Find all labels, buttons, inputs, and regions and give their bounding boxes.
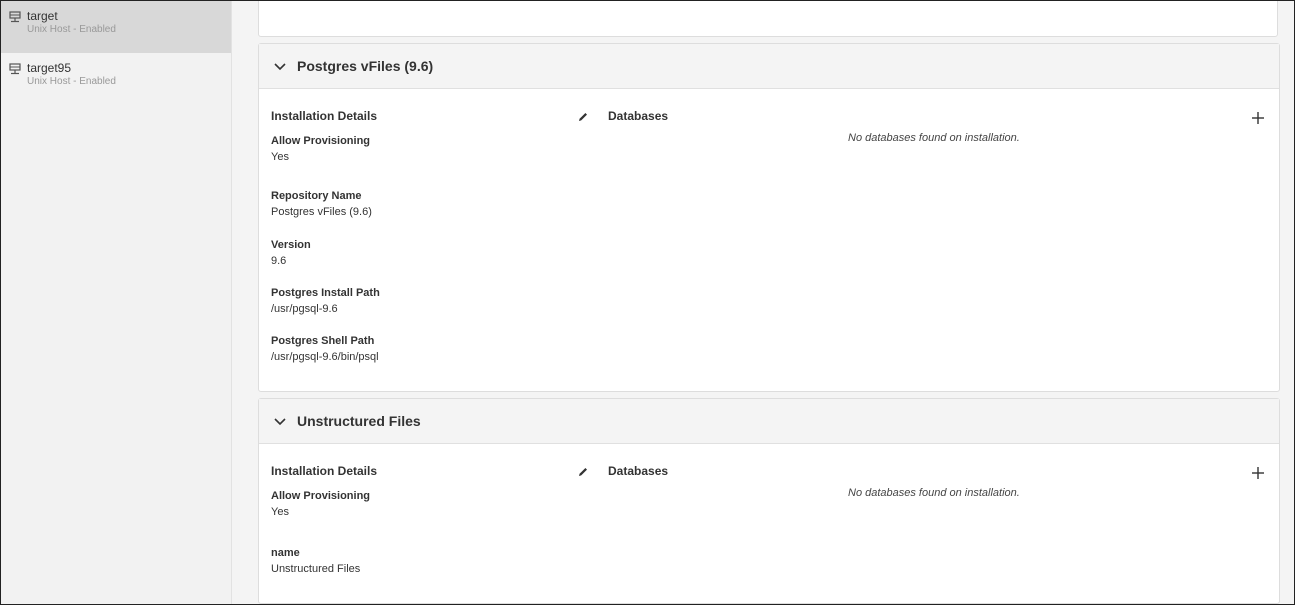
field-version: Version 9.6: [271, 238, 311, 268]
panel-header[interactable]: Unstructured Files: [259, 399, 1279, 444]
sidebar-item-target[interactable]: target Unix Host - Enabled: [1, 1, 231, 53]
field-label: Version: [271, 239, 311, 251]
field-label: Allow Provisioning: [271, 490, 371, 502]
databases-title: Databases: [608, 109, 669, 123]
sidebar: target Unix Host - Enabled target95 Unix…: [1, 1, 232, 604]
plus-icon[interactable]: [1251, 466, 1265, 480]
field-value: 9.6: [271, 255, 287, 267]
no-databases-message: No databases found on installation.: [848, 487, 1020, 499]
app-window: target Unix Host - Enabled target95 Unix…: [0, 0, 1295, 605]
host-icon: [9, 63, 21, 75]
pencil-icon[interactable]: [577, 111, 589, 123]
field-label: Postgres Shell Path: [271, 335, 375, 347]
main-content: Postgres vFiles (9.6) Installation Detai…: [232, 1, 1294, 604]
field-postgres-shell-path: Postgres Shell Path /usr/pgsql-9.6/bin/p…: [271, 334, 379, 364]
pencil-icon[interactable]: [577, 466, 589, 478]
host-name: target95: [27, 61, 72, 75]
installation-panel-unstructured: Unstructured Files Installation Details …: [258, 398, 1280, 604]
field-label: Repository Name: [271, 190, 362, 202]
field-allow-provisioning: Allow Provisioning Yes: [271, 489, 370, 519]
panel-title: Postgres vFiles (9.6): [297, 58, 434, 74]
field-postgres-install-path: Postgres Install Path /usr/pgsql-9.6: [271, 286, 380, 316]
field-label: Postgres Install Path: [271, 287, 380, 299]
sidebar-item-target95[interactable]: target95 Unix Host - Enabled: [1, 53, 231, 105]
field-value: /usr/pgsql-9.6: [271, 303, 338, 315]
host-status: Unix Host - Enabled: [27, 76, 116, 87]
field-value: Postgres vFiles (9.6): [271, 206, 372, 218]
chevron-down-icon[interactable]: [273, 59, 287, 73]
chevron-down-icon[interactable]: [273, 414, 287, 428]
host-status: Unix Host - Enabled: [27, 24, 116, 35]
panel-title: Unstructured Files: [297, 413, 421, 429]
field-label: Allow Provisioning: [271, 135, 371, 147]
plus-icon[interactable]: [1251, 111, 1265, 125]
host-icon: [9, 11, 21, 23]
installation-panel-postgres: Postgres vFiles (9.6) Installation Detai…: [258, 43, 1280, 392]
field-value: Yes: [271, 506, 289, 518]
field-value: /usr/pgsql-9.6/bin/psql: [271, 351, 379, 363]
host-name: target: [27, 9, 58, 23]
field-value: Yes: [271, 151, 289, 163]
field-allow-provisioning: Allow Provisioning Yes: [271, 134, 370, 164]
previous-panel-bottom: [258, 1, 1278, 37]
field-repository-name: Repository Name Postgres vFiles (9.6): [271, 189, 372, 219]
panel-header[interactable]: Postgres vFiles (9.6): [259, 44, 1279, 89]
installation-details-title: Installation Details: [271, 464, 378, 478]
no-databases-message: No databases found on installation.: [848, 132, 1020, 144]
field-name: name Unstructured Files: [271, 546, 360, 576]
field-value: Unstructured Files: [271, 563, 361, 575]
installation-details-title: Installation Details: [271, 109, 378, 123]
databases-title: Databases: [608, 464, 669, 478]
field-label: name: [271, 547, 300, 559]
